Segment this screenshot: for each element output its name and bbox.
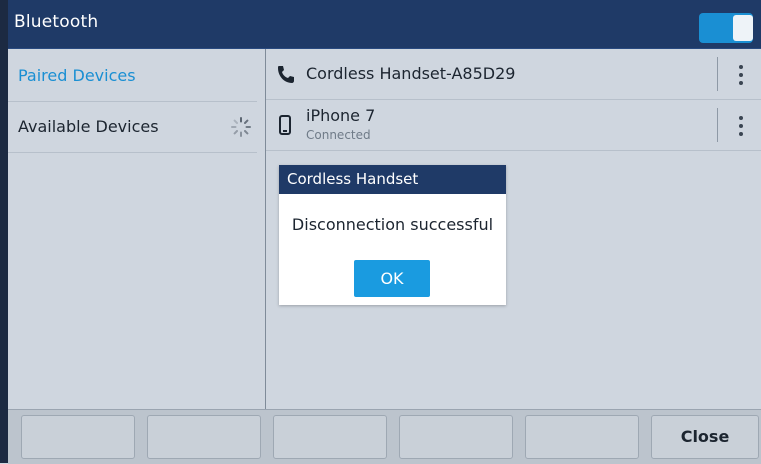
more-options-icon[interactable] — [734, 113, 748, 139]
mobile-phone-icon — [279, 115, 291, 135]
device-status: Connected — [306, 128, 371, 142]
more-options-icon[interactable] — [734, 62, 748, 88]
nav-item-label: Available Devices — [18, 117, 159, 136]
row-divider — [717, 57, 718, 91]
ok-button[interactable]: OK — [354, 260, 430, 297]
softkey-3[interactable] — [273, 415, 387, 459]
softkey-1[interactable] — [21, 415, 135, 459]
bluetooth-screen: Bluetooth Paired Devices Available Devic… — [0, 0, 761, 464]
toggle-knob[interactable] — [733, 15, 753, 41]
device-name: iPhone 7 — [306, 106, 376, 125]
nav-item-available-devices[interactable]: Available Devices — [8, 102, 257, 153]
loading-spinner-icon — [231, 117, 251, 137]
softkey-4[interactable] — [399, 415, 513, 459]
softkey-bar: Close — [8, 409, 761, 464]
screen-bezel — [0, 0, 8, 463]
status-dialog: Cordless Handset Disconnection successfu… — [279, 165, 506, 305]
nav-item-label: Paired Devices — [18, 66, 136, 85]
device-row[interactable]: iPhone 7 Connected — [266, 100, 761, 151]
row-divider — [717, 108, 718, 142]
softkey-2[interactable] — [147, 415, 261, 459]
close-button[interactable]: Close — [651, 415, 759, 459]
page-title: Bluetooth — [14, 12, 99, 32]
dialog-header: Cordless Handset — [279, 165, 506, 194]
nav-item-paired-devices[interactable]: Paired Devices — [8, 51, 257, 102]
category-list: Paired Devices Available Devices — [8, 49, 266, 409]
device-row[interactable]: Cordless Handset-A85D29 — [266, 49, 761, 100]
phone-handset-icon — [278, 66, 294, 83]
title-bar: Bluetooth — [8, 0, 761, 49]
device-name: Cordless Handset-A85D29 — [306, 64, 516, 83]
softkey-5[interactable] — [525, 415, 639, 459]
dialog-message: Disconnection successful — [291, 215, 494, 234]
dialog-title: Cordless Handset — [287, 170, 419, 188]
